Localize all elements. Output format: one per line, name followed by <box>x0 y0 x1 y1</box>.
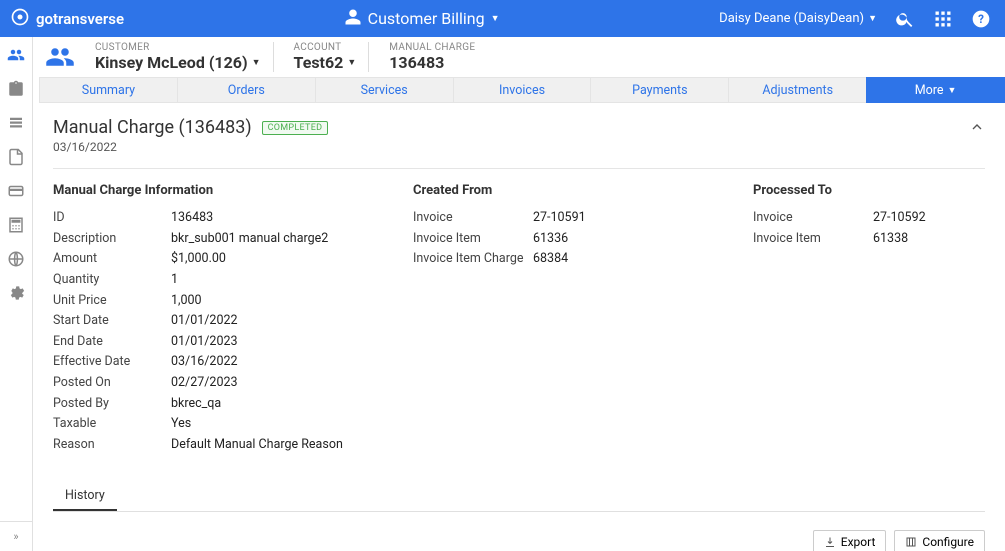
nav-db-icon[interactable] <box>6 113 26 133</box>
help-icon[interactable]: ? <box>971 9 991 29</box>
tab-payments[interactable]: Payments <box>590 77 728 103</box>
tab-orders[interactable]: Orders <box>177 77 315 103</box>
caret-down-icon: ▼ <box>948 85 957 96</box>
created-invoice-link[interactable]: 27-10591 <box>533 208 586 229</box>
tabs: Summary Orders Services Invoices Payment… <box>39 77 1005 103</box>
tab-history[interactable]: History <box>53 480 117 511</box>
apps-icon[interactable] <box>933 9 953 29</box>
brand-logo[interactable]: gotransverse <box>10 7 124 31</box>
topbar: gotransverse Customer Billing ▼ Daisy De… <box>0 0 1005 37</box>
brand-text: gotransverse <box>36 10 124 28</box>
tab-summary[interactable]: Summary <box>39 77 177 103</box>
topbar-center-label: Customer Billing <box>368 9 485 28</box>
user-icon <box>344 8 362 30</box>
tab-invoices[interactable]: Invoices <box>453 77 591 103</box>
brand-icon <box>10 7 30 31</box>
nav-customers-icon[interactable] <box>6 45 26 65</box>
collapse-icon[interactable] <box>969 119 985 139</box>
breadcrumb-account[interactable]: ACCOUNT Test62▼ <box>282 42 370 72</box>
nav-doc-icon[interactable] <box>6 147 26 167</box>
processed-invoice-item-link[interactable]: 61338 <box>873 229 908 250</box>
nav-clipboard-icon[interactable] <box>6 79 26 99</box>
processed-heading: Processed To <box>753 183 926 198</box>
user-menu[interactable]: Daisy Deane (DaisyDean) ▼ <box>719 11 877 26</box>
created-heading: Created From <box>413 183 713 198</box>
search-icon[interactable] <box>895 9 915 29</box>
tab-services[interactable]: Services <box>315 77 453 103</box>
nav-expand-icon[interactable]: » <box>0 521 32 551</box>
caret-down-icon: ▼ <box>347 57 356 68</box>
customer-icon <box>45 42 75 72</box>
created-invoice-item-link[interactable]: 61336 <box>533 229 568 250</box>
caret-down-icon: ▼ <box>491 13 500 24</box>
status-badge: COMPLETED <box>262 121 329 135</box>
nav-calc-icon[interactable] <box>6 215 26 235</box>
configure-button[interactable]: Configure <box>894 530 985 551</box>
info-heading: Manual Charge Information <box>53 183 373 198</box>
tab-more[interactable]: More▼ <box>866 77 1005 103</box>
nav-gear-icon[interactable] <box>6 283 26 303</box>
caret-down-icon: ▼ <box>868 13 877 24</box>
topbar-center[interactable]: Customer Billing ▼ <box>124 8 719 30</box>
processed-invoice-link[interactable]: 27-10592 <box>873 208 926 229</box>
breadcrumb: CUSTOMER Kinsey McLeod (126)▼ ACCOUNT Te… <box>33 37 1005 77</box>
page-title: Manual Charge (136483) <box>53 117 252 138</box>
export-button[interactable]: Export <box>813 530 887 551</box>
breadcrumb-manual-charge: MANUAL CHARGE 136483 <box>377 42 487 72</box>
tab-adjustments[interactable]: Adjustments <box>728 77 866 103</box>
caret-down-icon: ▼ <box>252 57 261 68</box>
nav-globe-icon[interactable] <box>6 249 26 269</box>
section-date: 03/16/2022 <box>53 140 985 154</box>
nav-card-icon[interactable] <box>6 181 26 201</box>
left-nav: » <box>0 37 33 551</box>
breadcrumb-customer[interactable]: CUSTOMER Kinsey McLeod (126)▼ <box>83 42 274 72</box>
svg-text:?: ? <box>978 12 984 26</box>
user-name-label: Daisy Deane (DaisyDean) <box>719 11 864 26</box>
